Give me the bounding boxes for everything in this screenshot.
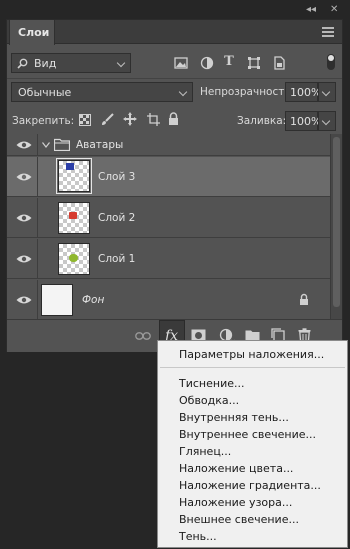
lock-label: Закрепить:: [12, 115, 75, 127]
fill-dropdown-button[interactable]: [318, 111, 336, 131]
link-layers-icon[interactable]: [135, 332, 151, 340]
search-icon: [17, 58, 28, 69]
layer-filter-select[interactable]: Вид: [11, 53, 131, 73]
opacity-dropdown-button[interactable]: [318, 82, 336, 102]
tab-layers[interactable]: Слои: [9, 20, 55, 45]
layer-row-background[interactable]: Фон: [7, 280, 330, 319]
visibility-eye-icon[interactable]: [16, 140, 32, 150]
collapse-panels-button[interactable]: ◂◂: [306, 4, 316, 15]
lock-image-pixels-brush-icon[interactable]: [101, 113, 114, 126]
lock-transparent-pixels-icon[interactable]: [79, 114, 91, 126]
filter-smart-objects-icon[interactable]: [272, 56, 286, 70]
visibility-eye-icon[interactable]: [16, 213, 32, 223]
menu-item-satin[interactable]: Глянец...: [158, 443, 347, 460]
layers-scrollbar[interactable]: [330, 134, 342, 319]
menu-item-inner-shadow[interactable]: Внутренняя тень...: [158, 409, 347, 426]
lock-all-icon[interactable]: [168, 112, 179, 126]
visibility-eye-icon[interactable]: [16, 172, 32, 182]
filter-adjustment-layers-icon[interactable]: [200, 56, 214, 70]
fill-value: 100%: [290, 115, 322, 128]
layers-list: Аватары Слой 3 Слой 2 Слой 1 Фон: [7, 134, 330, 319]
layer-filter-value: Вид: [34, 57, 57, 70]
panel-tab-row: Слои: [7, 20, 342, 45]
menu-item-inner-glow[interactable]: Внутреннее свечение...: [158, 426, 347, 443]
fill-input[interactable]: 100%: [285, 111, 322, 131]
avatar-icon: [69, 212, 77, 219]
layer-name: Слой 2: [98, 212, 136, 224]
layer-row-2[interactable]: Слой 2: [7, 198, 330, 238]
layer-row-3[interactable]: Слой 3: [7, 157, 330, 197]
opacity-input[interactable]: 100%: [285, 82, 322, 102]
menu-item-blending-options[interactable]: Параметры наложения...: [158, 346, 347, 363]
menu-item-gradient-overlay[interactable]: Наложение градиента...: [158, 477, 347, 494]
filter-shape-layers-icon[interactable]: [247, 56, 261, 70]
scrollbar-thumb[interactable]: [333, 137, 340, 307]
fx-context-menu: Параметры наложения... Тиснение... Обвод…: [157, 340, 348, 548]
layer-thumbnail[interactable]: [41, 284, 73, 316]
menu-item-outer-glow[interactable]: Внешнее свечение...: [158, 511, 347, 528]
menu-item-bevel-emboss[interactable]: Тиснение...: [158, 375, 347, 392]
layer-thumbnail[interactable]: [56, 158, 92, 194]
filter-pixel-layers-icon[interactable]: [174, 56, 188, 70]
close-panel-button[interactable]: ✕: [330, 4, 338, 15]
panel-menu-icon[interactable]: [322, 27, 334, 37]
lock-position-move-icon[interactable]: [123, 112, 137, 126]
folder-icon: [54, 138, 70, 151]
chevron-down-icon[interactable]: [42, 142, 50, 148]
layer-thumbnail[interactable]: [58, 202, 90, 234]
layer-name: Фон: [82, 294, 105, 306]
layer-name: Аватары: [76, 139, 124, 151]
menu-item-color-overlay[interactable]: Наложение цвета...: [158, 460, 347, 477]
layer-row-group[interactable]: Аватары: [7, 134, 330, 156]
menu-item-stroke[interactable]: Обводка...: [158, 392, 347, 409]
blend-mode-value: Обычные: [18, 86, 72, 99]
layers-panel: Слои Вид T Обычные Непрозрачность: 100%: [6, 19, 343, 353]
fill-label: Заливка:: [237, 115, 287, 127]
avatar-icon: [66, 163, 74, 170]
menu-item-pattern-overlay[interactable]: Наложение узора...: [158, 494, 347, 511]
visibility-eye-icon[interactable]: [16, 295, 32, 305]
menu-separator: [160, 367, 345, 368]
layer-thumbnail[interactable]: [58, 243, 90, 275]
opacity-label: Непрозрачность:: [200, 86, 295, 98]
filter-toggle-switch[interactable]: [327, 54, 335, 70]
menu-item-drop-shadow[interactable]: Тень...: [158, 528, 347, 545]
blend-mode-select[interactable]: Обычные: [11, 82, 193, 102]
layer-name: Слой 1: [98, 253, 136, 265]
layer-name: Слой 3: [98, 171, 136, 183]
layer-row-1[interactable]: Слой 1: [7, 239, 330, 279]
lock-artboard-icon[interactable]: [147, 113, 160, 126]
avatar-icon: [69, 254, 78, 262]
lock-icon: [300, 293, 308, 305]
filter-type-layers-icon[interactable]: T: [221, 54, 237, 69]
visibility-eye-icon[interactable]: [16, 254, 32, 264]
opacity-value: 100%: [290, 86, 322, 99]
